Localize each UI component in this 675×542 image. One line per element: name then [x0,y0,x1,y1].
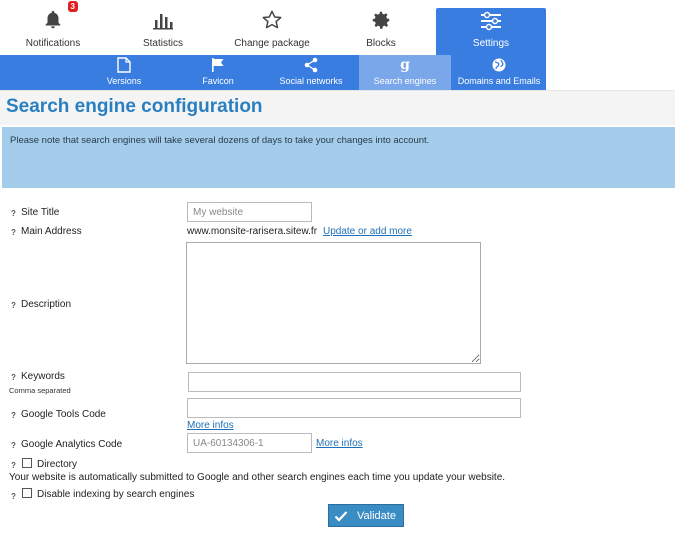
main-address-value: www.monsite-rarisera.sitew.fr [187,226,318,237]
help-icon[interactable]: ? [11,373,16,382]
main-address-label: Main Address [21,226,82,237]
google-tools-more-infos-link[interactable]: More infos [187,420,234,431]
help-icon[interactable]: ? [11,228,16,237]
site-title-label: Site Title [21,207,60,218]
share-icon [302,57,320,73]
check-icon [332,505,350,526]
directory-label: Directory [37,459,78,470]
validate-label: Validate [357,509,396,522]
document-icon [115,57,133,73]
tab-statistics[interactable]: Statistics [125,0,201,55]
tab-label: Notifications [25,38,81,49]
tab-label: Settings [472,38,510,49]
gear-icon [368,7,394,33]
tab-notifications[interactable]: 3 Notifications [14,0,92,55]
google-analytics-more-infos-link[interactable]: More infos [316,438,363,449]
help-icon[interactable]: ? [11,461,16,470]
subtab-label: Favicon [202,76,234,86]
description-label: Description [21,299,72,310]
keywords-input[interactable] [188,372,521,392]
subtab-favicon[interactable]: Favicon [195,55,241,90]
google-tools-input[interactable] [187,398,521,418]
info-notice: Please note that search engines will tak… [2,127,675,188]
directory-checkbox[interactable] [22,458,32,468]
globe-icon [490,57,508,73]
update-address-link[interactable]: Update or add more [323,226,412,237]
settings-subnavigation: Versions Favicon Social networks g Searc… [0,55,546,90]
top-navigation: 3 Notifications Statistics Change packag… [0,0,546,55]
flag-icon [209,57,227,73]
directory-hint: Your website is automatically submitted … [9,472,506,483]
notification-count-badge: 3 [67,1,78,12]
subtab-search-engines[interactable]: g Search engines [359,55,451,90]
help-icon[interactable]: ? [11,301,16,310]
tab-settings[interactable]: Settings [436,8,546,55]
help-icon[interactable]: ? [11,441,16,450]
help-icon[interactable]: ? [11,492,16,501]
help-icon[interactable]: ? [11,209,16,218]
tab-change-package[interactable]: Change package [230,0,314,55]
header-blank-area [546,0,675,90]
keywords-hint: Comma separated [9,386,71,395]
subtab-versions[interactable]: Versions [100,55,148,90]
star-icon [259,7,285,33]
google-analytics-label: Google Analytics Code [21,439,123,450]
google-tools-label: Google Tools Code [21,409,106,420]
help-icon[interactable]: ? [11,411,16,420]
bar-chart-icon [150,7,176,33]
subtab-social-networks[interactable]: Social networks [276,55,346,90]
description-textarea[interactable] [186,242,481,364]
google-analytics-input[interactable] [187,433,312,453]
tab-label: Change package [234,38,310,49]
bell-icon: 3 [40,1,78,33]
site-title-input[interactable] [187,202,312,222]
google-icon: g [400,57,410,73]
keywords-label: Keywords [21,371,65,382]
subtab-label: Versions [106,76,142,86]
subtab-label: Search engines [373,76,437,86]
disable-indexing-label: Disable indexing by search engines [37,489,195,500]
subtab-domains-and-emails[interactable]: Domains and Emails [454,55,544,90]
tab-label: Statistics [142,38,183,49]
subtab-label: Domains and Emails [457,76,541,86]
validate-button[interactable]: Validate [328,504,404,527]
tab-label: Blocks [366,38,396,49]
tab-blocks[interactable]: Blocks [346,0,416,55]
subtab-label: Social networks [279,76,343,86]
disable-indexing-checkbox[interactable] [22,488,32,498]
sliders-icon [478,8,504,33]
page-title: Search engine configuration [6,96,263,117]
